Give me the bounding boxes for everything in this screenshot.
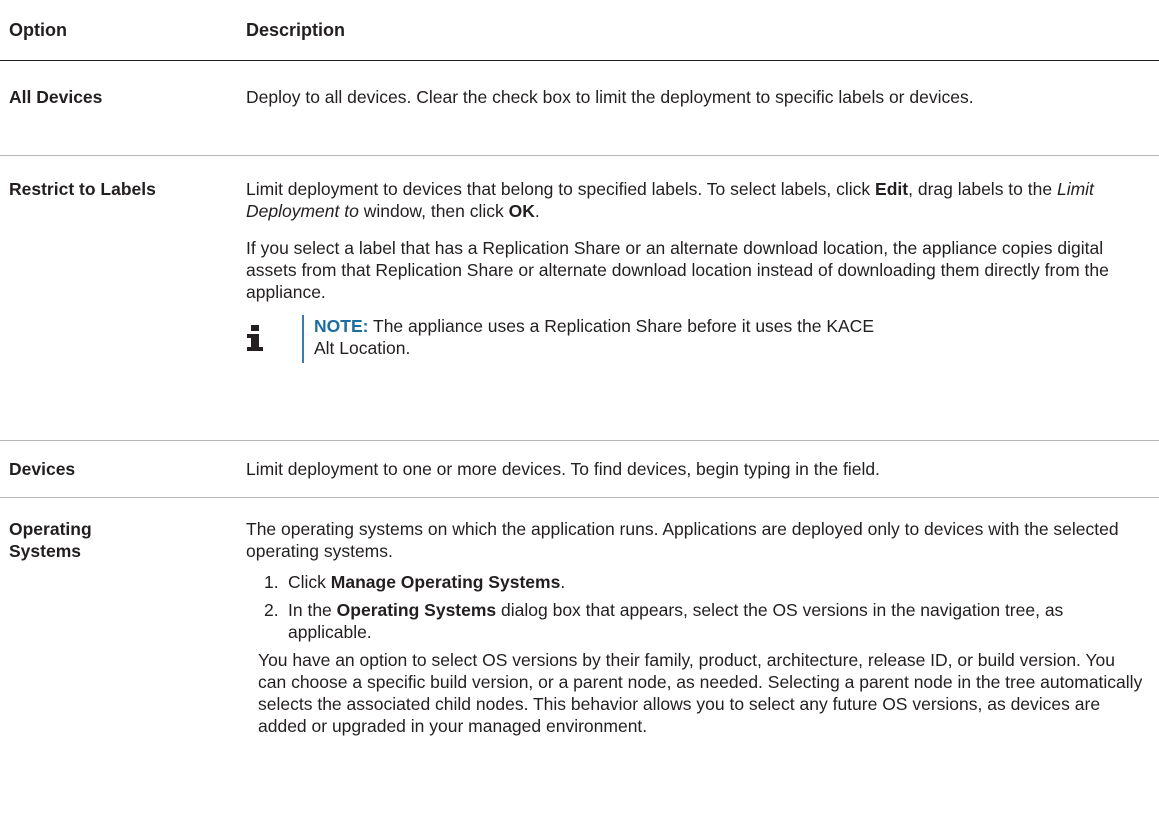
note-text: NOTE: The appliance uses a Replication S…: [314, 315, 874, 359]
option-os-line1: Operating: [9, 519, 92, 539]
header-option: Option: [9, 20, 67, 40]
step-text-end: .: [560, 572, 566, 592]
restrict-para-1: Limit deployment to devices that belong …: [246, 178, 1146, 222]
desc-operating-systems: The operating systems on which the appli…: [246, 518, 1146, 737]
desc-restrict-to-labels: Limit deployment to devices that belong …: [246, 178, 1146, 363]
restrict-para-2: If you select a label that has a Replica…: [246, 238, 1109, 302]
desc-all-devices: Deploy to all devices. Clear the check b…: [246, 87, 974, 107]
note-body: The appliance uses a Replication Share b…: [314, 316, 874, 358]
table-row-restrict-to-labels: Restrict to Labels Limit deployment to d…: [0, 156, 1159, 441]
manage-os-term: Manage Operating Systems: [330, 572, 561, 592]
ok-term: OK: [508, 201, 535, 221]
desc-devices: Limit deployment to one or more devices.…: [246, 459, 880, 479]
restrict-text-e: window, then click: [358, 201, 509, 221]
step-text: Click: [288, 572, 331, 592]
os-step-2: 2. In the Operating Systems dialog box t…: [246, 599, 1146, 643]
header-description: Description: [246, 20, 346, 40]
option-all-devices: All Devices: [9, 87, 103, 107]
os-intro: The operating systems on which the appli…: [246, 519, 1119, 561]
os-after-steps: You have an option to select OS versions…: [258, 650, 1143, 736]
note-box: NOTE: The appliance uses a Replication S…: [246, 315, 1146, 363]
os-step-1: 1. Click Manage Operating Systems.: [246, 571, 1146, 593]
restrict-text-a: Limit deployment to devices that belong …: [246, 179, 876, 199]
option-operating-systems: Operating Systems: [9, 518, 92, 562]
table-row-operating-systems: Operating Systems The operating systems …: [0, 498, 1159, 824]
table-row-all-devices: All Devices Deploy to all devices. Clear…: [0, 61, 1159, 156]
table-header: Option Description: [0, 0, 1159, 61]
option-devices: Devices: [9, 459, 76, 479]
note-bar: [302, 315, 304, 363]
option-os-line2: Systems: [9, 541, 81, 561]
os-dialog-term: Operating Systems: [336, 600, 497, 620]
step-number: 1.: [264, 572, 279, 592]
os-steps: 1. Click Manage Operating Systems. 2. In…: [246, 571, 1146, 643]
table-row-devices: Devices Limit deployment to one or more …: [0, 441, 1159, 498]
info-icon: [247, 325, 263, 351]
option-restrict-to-labels: Restrict to Labels: [9, 179, 156, 199]
edit-term: Edit: [875, 179, 909, 199]
step-number: 2.: [264, 600, 279, 620]
note-label: NOTE:: [314, 316, 369, 336]
restrict-text-c: , drag labels to the: [908, 179, 1057, 199]
step-text: In the: [288, 600, 337, 620]
restrict-text-g: .: [534, 201, 540, 221]
